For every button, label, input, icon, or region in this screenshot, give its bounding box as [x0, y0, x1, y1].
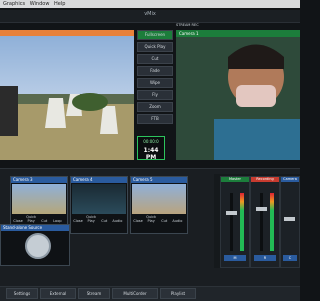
menubar: Graphics Window Help	[0, 0, 300, 8]
input-camera-5[interactable]: Camera 5 Close Quick Play Cut Audio	[130, 176, 188, 234]
close-button[interactable]: Close	[132, 219, 144, 223]
master-fader-track	[230, 193, 233, 251]
external-button[interactable]: External	[40, 288, 76, 299]
window-title: vMix	[144, 11, 156, 17]
quick-play-button[interactable]: Quick Play	[145, 215, 157, 223]
close-button[interactable]: Close	[12, 219, 24, 223]
master-mute-button[interactable]: M	[224, 255, 246, 261]
strip-label: Camera	[281, 177, 299, 182]
stream-rec-status: STREAM REC	[176, 22, 216, 29]
zoom-button[interactable]: Zoom	[137, 102, 173, 112]
fly-button[interactable]: Fly	[137, 90, 173, 100]
settings-button[interactable]: Settings	[6, 288, 38, 299]
input-thumbnail	[132, 184, 186, 214]
camera-fader-knob[interactable]	[284, 217, 295, 221]
ftb-button[interactable]: FTB	[137, 114, 173, 124]
menu-window[interactable]: Window	[30, 1, 50, 7]
mixer-strip-recording: Recording R	[250, 176, 280, 268]
elapsed-time: 00:00:0	[143, 139, 159, 144]
cut-button[interactable]: Cut	[38, 219, 50, 223]
audio-mixer: Master M Recording R Camera C	[214, 174, 300, 268]
input-ndi-source[interactable]: Stand-alone Source	[0, 224, 70, 266]
current-time: 1:44 PM	[143, 147, 159, 161]
output-monitor[interactable]	[176, 37, 300, 160]
close-button[interactable]: Close	[72, 219, 84, 223]
strip-label: Master	[221, 177, 249, 182]
mixer-strip-master: Master M	[220, 176, 250, 268]
preview-monitor[interactable]	[0, 36, 134, 160]
camera-mute-button[interactable]: C	[283, 255, 297, 261]
strip-label: Recording	[251, 177, 279, 182]
recording-fader-knob[interactable]	[256, 207, 267, 211]
input-name: Stand-alone Source	[1, 225, 69, 231]
playlist-button[interactable]: Playlist	[160, 288, 196, 299]
input-controls: Close Quick Play Cut Audio	[72, 215, 126, 231]
multicorder-button[interactable]: MultiCorder	[112, 288, 158, 299]
input-controls: Close Quick Play Cut Audio	[132, 215, 186, 231]
fullscreen-button[interactable]: Fullscreen	[137, 30, 173, 40]
quick-play-button[interactable]: Quick Play	[137, 42, 173, 52]
wipe-button[interactable]: Wipe	[137, 78, 173, 88]
recording-level-meter	[270, 193, 274, 251]
master-level-meter	[240, 193, 244, 251]
audio-button[interactable]: Audio	[111, 219, 123, 223]
input-name: Camera 3	[11, 177, 67, 183]
input-name: Camera 5	[131, 177, 187, 183]
menu-graphics[interactable]: Graphics	[3, 1, 25, 7]
input-thumbnail	[72, 184, 126, 214]
cut-button[interactable]: Cut	[158, 219, 170, 223]
mixer-strip-camera: Camera C	[280, 176, 300, 268]
audio-button[interactable]: Audio	[171, 219, 183, 223]
clock-display: 00:00:0 1:44 PM	[137, 136, 165, 161]
output-header: Camera 1	[176, 30, 300, 37]
master-fader-knob[interactable]	[226, 211, 237, 215]
cut-button[interactable]: Cut	[137, 54, 173, 64]
preview-scene	[0, 86, 134, 160]
menu-help[interactable]: Help	[54, 1, 65, 7]
rec-label[interactable]: REC	[192, 23, 199, 27]
stream-label[interactable]: STREAM	[176, 23, 190, 27]
quick-play-button[interactable]: Quick Play	[85, 215, 97, 223]
stream-button[interactable]: Stream	[78, 288, 110, 299]
cut-button[interactable]: Cut	[98, 219, 110, 223]
output-scene	[176, 37, 300, 160]
ndi-logo-icon	[25, 233, 51, 259]
loop-button[interactable]: Loop	[51, 219, 63, 223]
input-name: Camera 4	[71, 177, 127, 183]
input-camera-4[interactable]: Camera 4 Close Quick Play Cut Audio	[70, 176, 128, 234]
fade-button[interactable]: Fade	[137, 66, 173, 76]
input-thumbnail	[12, 184, 66, 214]
recording-mute-button[interactable]: R	[254, 255, 276, 261]
quick-play-button[interactable]: Quick Play	[25, 215, 37, 223]
recording-fader-track	[260, 193, 263, 251]
